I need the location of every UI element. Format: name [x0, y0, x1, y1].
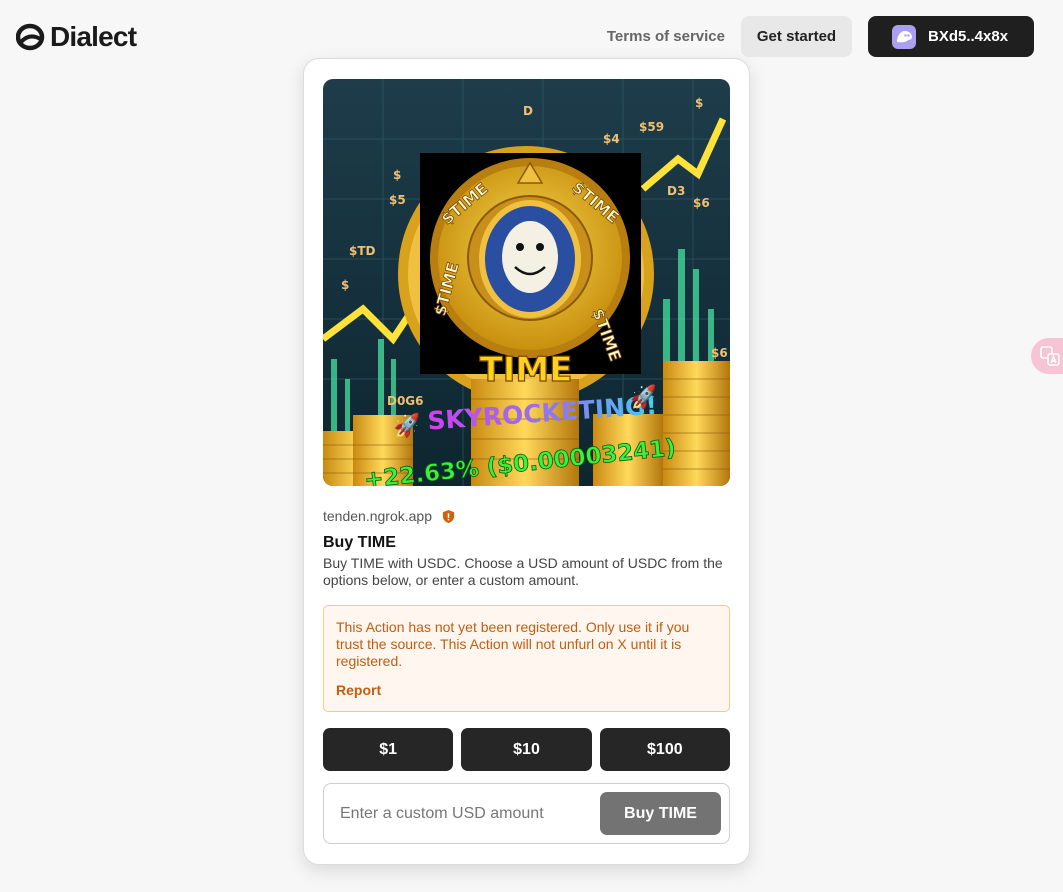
amount-button-1[interactable]: $1	[323, 728, 454, 771]
action-description: Buy TIME with USDC. Choose a USD amount …	[323, 555, 723, 588]
blink-action-card: D $ $59 $4 $ $5 $TD $ D3 $6 $6 D0G6 $TIM…	[303, 58, 750, 865]
svg-text:$TD: $TD	[349, 244, 376, 258]
translate-icon	[1040, 346, 1060, 366]
dialect-logo-icon	[16, 23, 45, 51]
svg-text:$4: $4	[603, 132, 620, 146]
svg-text:$5: $5	[389, 193, 406, 207]
svg-text:$6: $6	[711, 346, 728, 360]
phantom-wallet-icon	[892, 24, 916, 49]
warning-shield-icon[interactable]	[441, 509, 456, 524]
svg-text:D: D	[523, 104, 533, 118]
report-link[interactable]: Report	[336, 682, 717, 698]
svg-text:$: $	[341, 278, 349, 292]
translate-button[interactable]	[1031, 338, 1063, 374]
action-source: tenden.ngrok.app	[323, 508, 456, 524]
amount-button-100[interactable]: $100	[599, 728, 730, 771]
custom-amount-input[interactable]	[340, 804, 600, 823]
warning-text: This Action has not yet been registered.…	[336, 619, 690, 669]
logo-text: Dialect	[50, 21, 137, 52]
custom-amount-form: Buy TIME	[323, 783, 730, 844]
amount-button-10[interactable]: $10	[461, 728, 592, 771]
action-title: Buy TIME	[323, 534, 396, 551]
svg-text:$59: $59	[639, 120, 664, 134]
terms-of-service-link[interactable]: Terms of service	[607, 16, 725, 57]
wallet-button[interactable]: BXd5..4x8x	[868, 16, 1034, 57]
wallet-address: BXd5..4x8x	[928, 28, 1009, 45]
source-domain[interactable]: tenden.ngrok.app	[323, 508, 432, 524]
svg-text:$: $	[695, 96, 703, 110]
dialect-logo[interactable]: Dialect	[16, 21, 137, 52]
top-nav: Terms of service Get started BXd5..4x8x	[607, 16, 1034, 57]
svg-text:$6: $6	[693, 196, 710, 210]
rocket-icon-right: 🚀	[629, 384, 658, 412]
buy-button[interactable]: Buy TIME	[600, 792, 721, 835]
action-image: D $ $59 $4 $ $5 $TD $ D3 $6 $6 D0G6 $TIM…	[323, 79, 730, 486]
amount-buttons: $1 $10 $100	[323, 728, 730, 771]
svg-text:D0G6: D0G6	[387, 394, 424, 408]
rocket-icon-left: 🚀	[393, 412, 422, 440]
svg-text:$: $	[393, 168, 401, 182]
svg-text:D3: D3	[667, 184, 685, 198]
unregistered-warning: This Action has not yet been registered.…	[323, 605, 730, 712]
get-started-button[interactable]: Get started	[741, 16, 852, 57]
image-headline: TIME	[480, 350, 573, 390]
